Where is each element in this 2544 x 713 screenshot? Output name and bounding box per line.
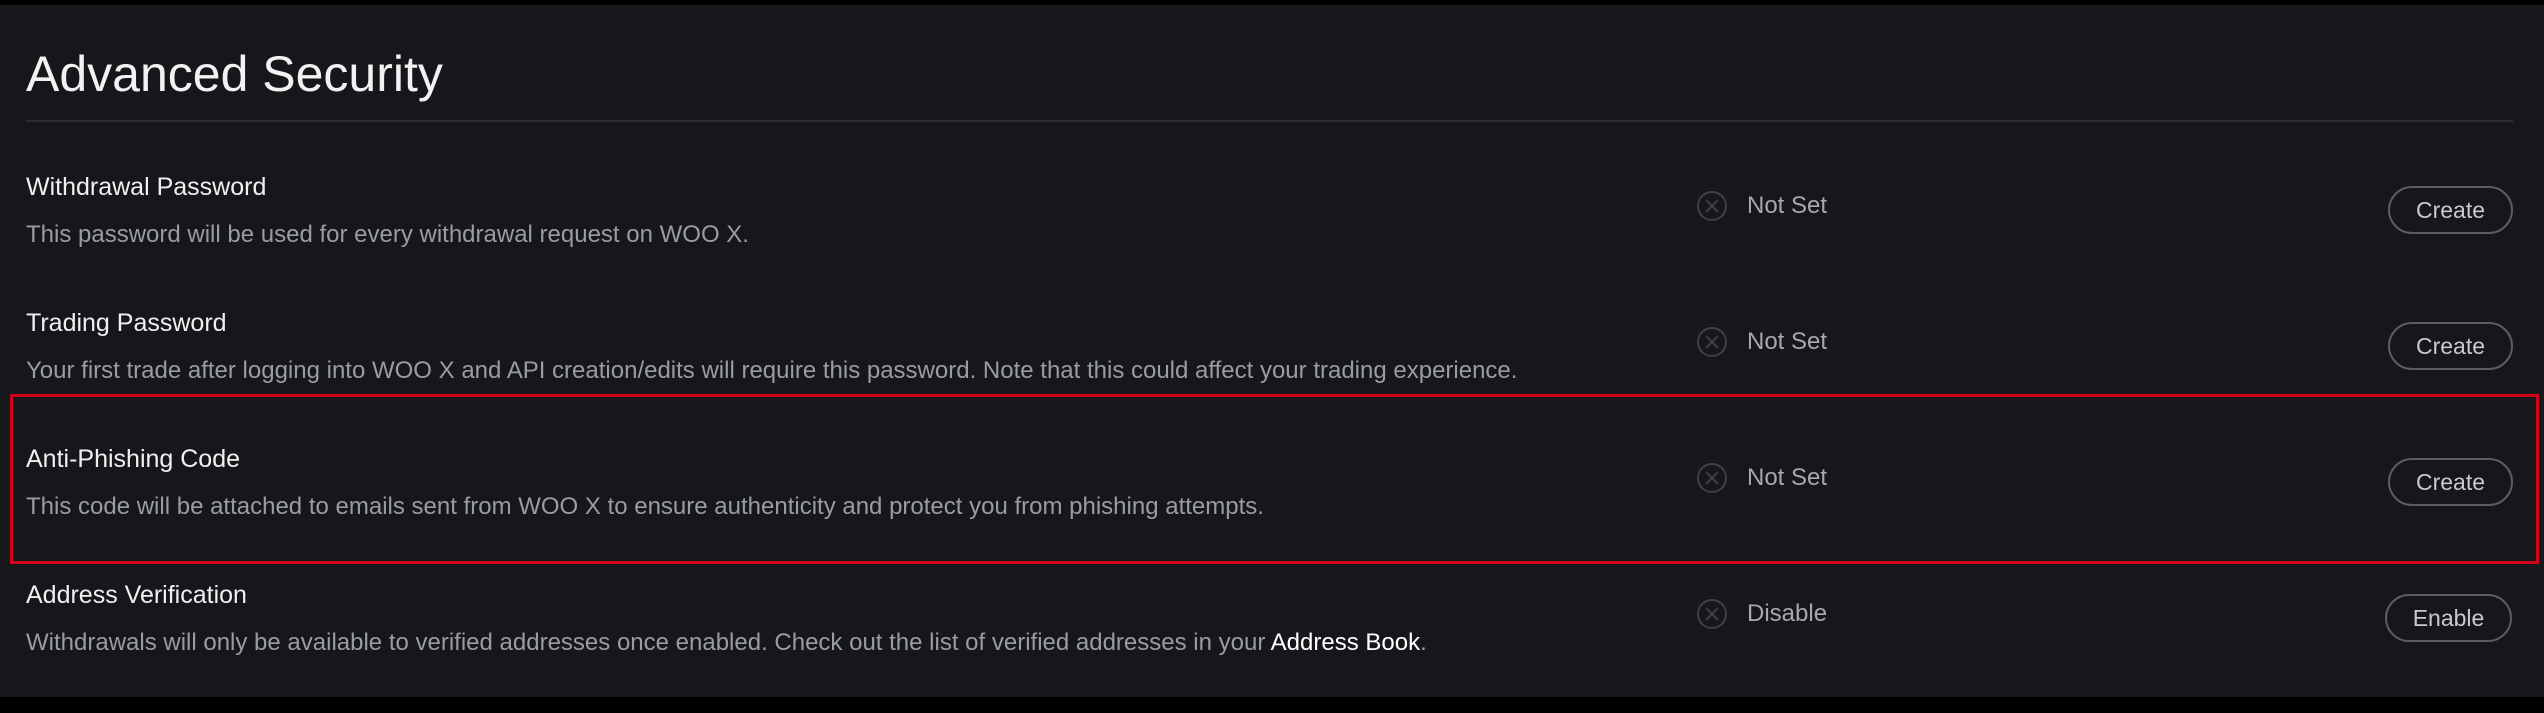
setting-description: This code will be attached to emails sen… xyxy=(26,493,1264,520)
enable-address-verification-button[interactable]: Enable xyxy=(2385,594,2512,642)
status-text: Not Set xyxy=(1747,192,1828,219)
status-text: Disable xyxy=(1747,600,1828,627)
setting-description: This password will be used for every wit… xyxy=(26,221,749,248)
create-trading-password-button[interactable]: Create xyxy=(2388,322,2513,370)
setting-row-trading-password: Trading Password Your first trade after … xyxy=(0,305,2544,441)
x-circle-icon xyxy=(1697,191,1727,221)
x-circle-icon xyxy=(1697,463,1727,493)
status-indicator: Not Set xyxy=(1696,325,1827,359)
title-divider xyxy=(26,120,2513,122)
description-text: Withdrawals will only be available to ve… xyxy=(26,629,1271,656)
setting-description: Your first trade after logging into WOO … xyxy=(26,357,1518,384)
setting-title: Withdrawal Password xyxy=(26,173,267,201)
status-indicator: Not Set xyxy=(1696,461,1827,495)
setting-row-withdrawal-password: Withdrawal Password This password will b… xyxy=(0,169,2544,305)
setting-title: Anti-Phishing Code xyxy=(26,445,241,473)
page-title: Advanced Security xyxy=(26,46,443,102)
x-circle-icon xyxy=(1697,599,1727,629)
description-suffix: . xyxy=(1420,629,1427,656)
status-indicator: Disable xyxy=(1696,597,1827,631)
setting-title: Trading Password xyxy=(26,309,227,337)
status-text: Not Set xyxy=(1747,464,1828,491)
setting-title: Address Verification xyxy=(26,581,247,609)
status-indicator: Not Set xyxy=(1696,189,1827,223)
x-circle-icon xyxy=(1697,327,1727,357)
status-text: Not Set xyxy=(1747,328,1828,355)
create-anti-phishing-code-button[interactable]: Create xyxy=(2388,458,2513,506)
setting-description: Withdrawals will only be available to ve… xyxy=(26,625,1427,661)
setting-row-address-verification: Address Verification Withdrawals will on… xyxy=(0,577,2544,713)
address-book-link[interactable]: Address Book xyxy=(1271,629,1420,656)
create-withdrawal-password-button[interactable]: Create xyxy=(2388,186,2513,234)
setting-row-anti-phishing-code: Anti-Phishing Code This code will be att… xyxy=(0,441,2544,577)
